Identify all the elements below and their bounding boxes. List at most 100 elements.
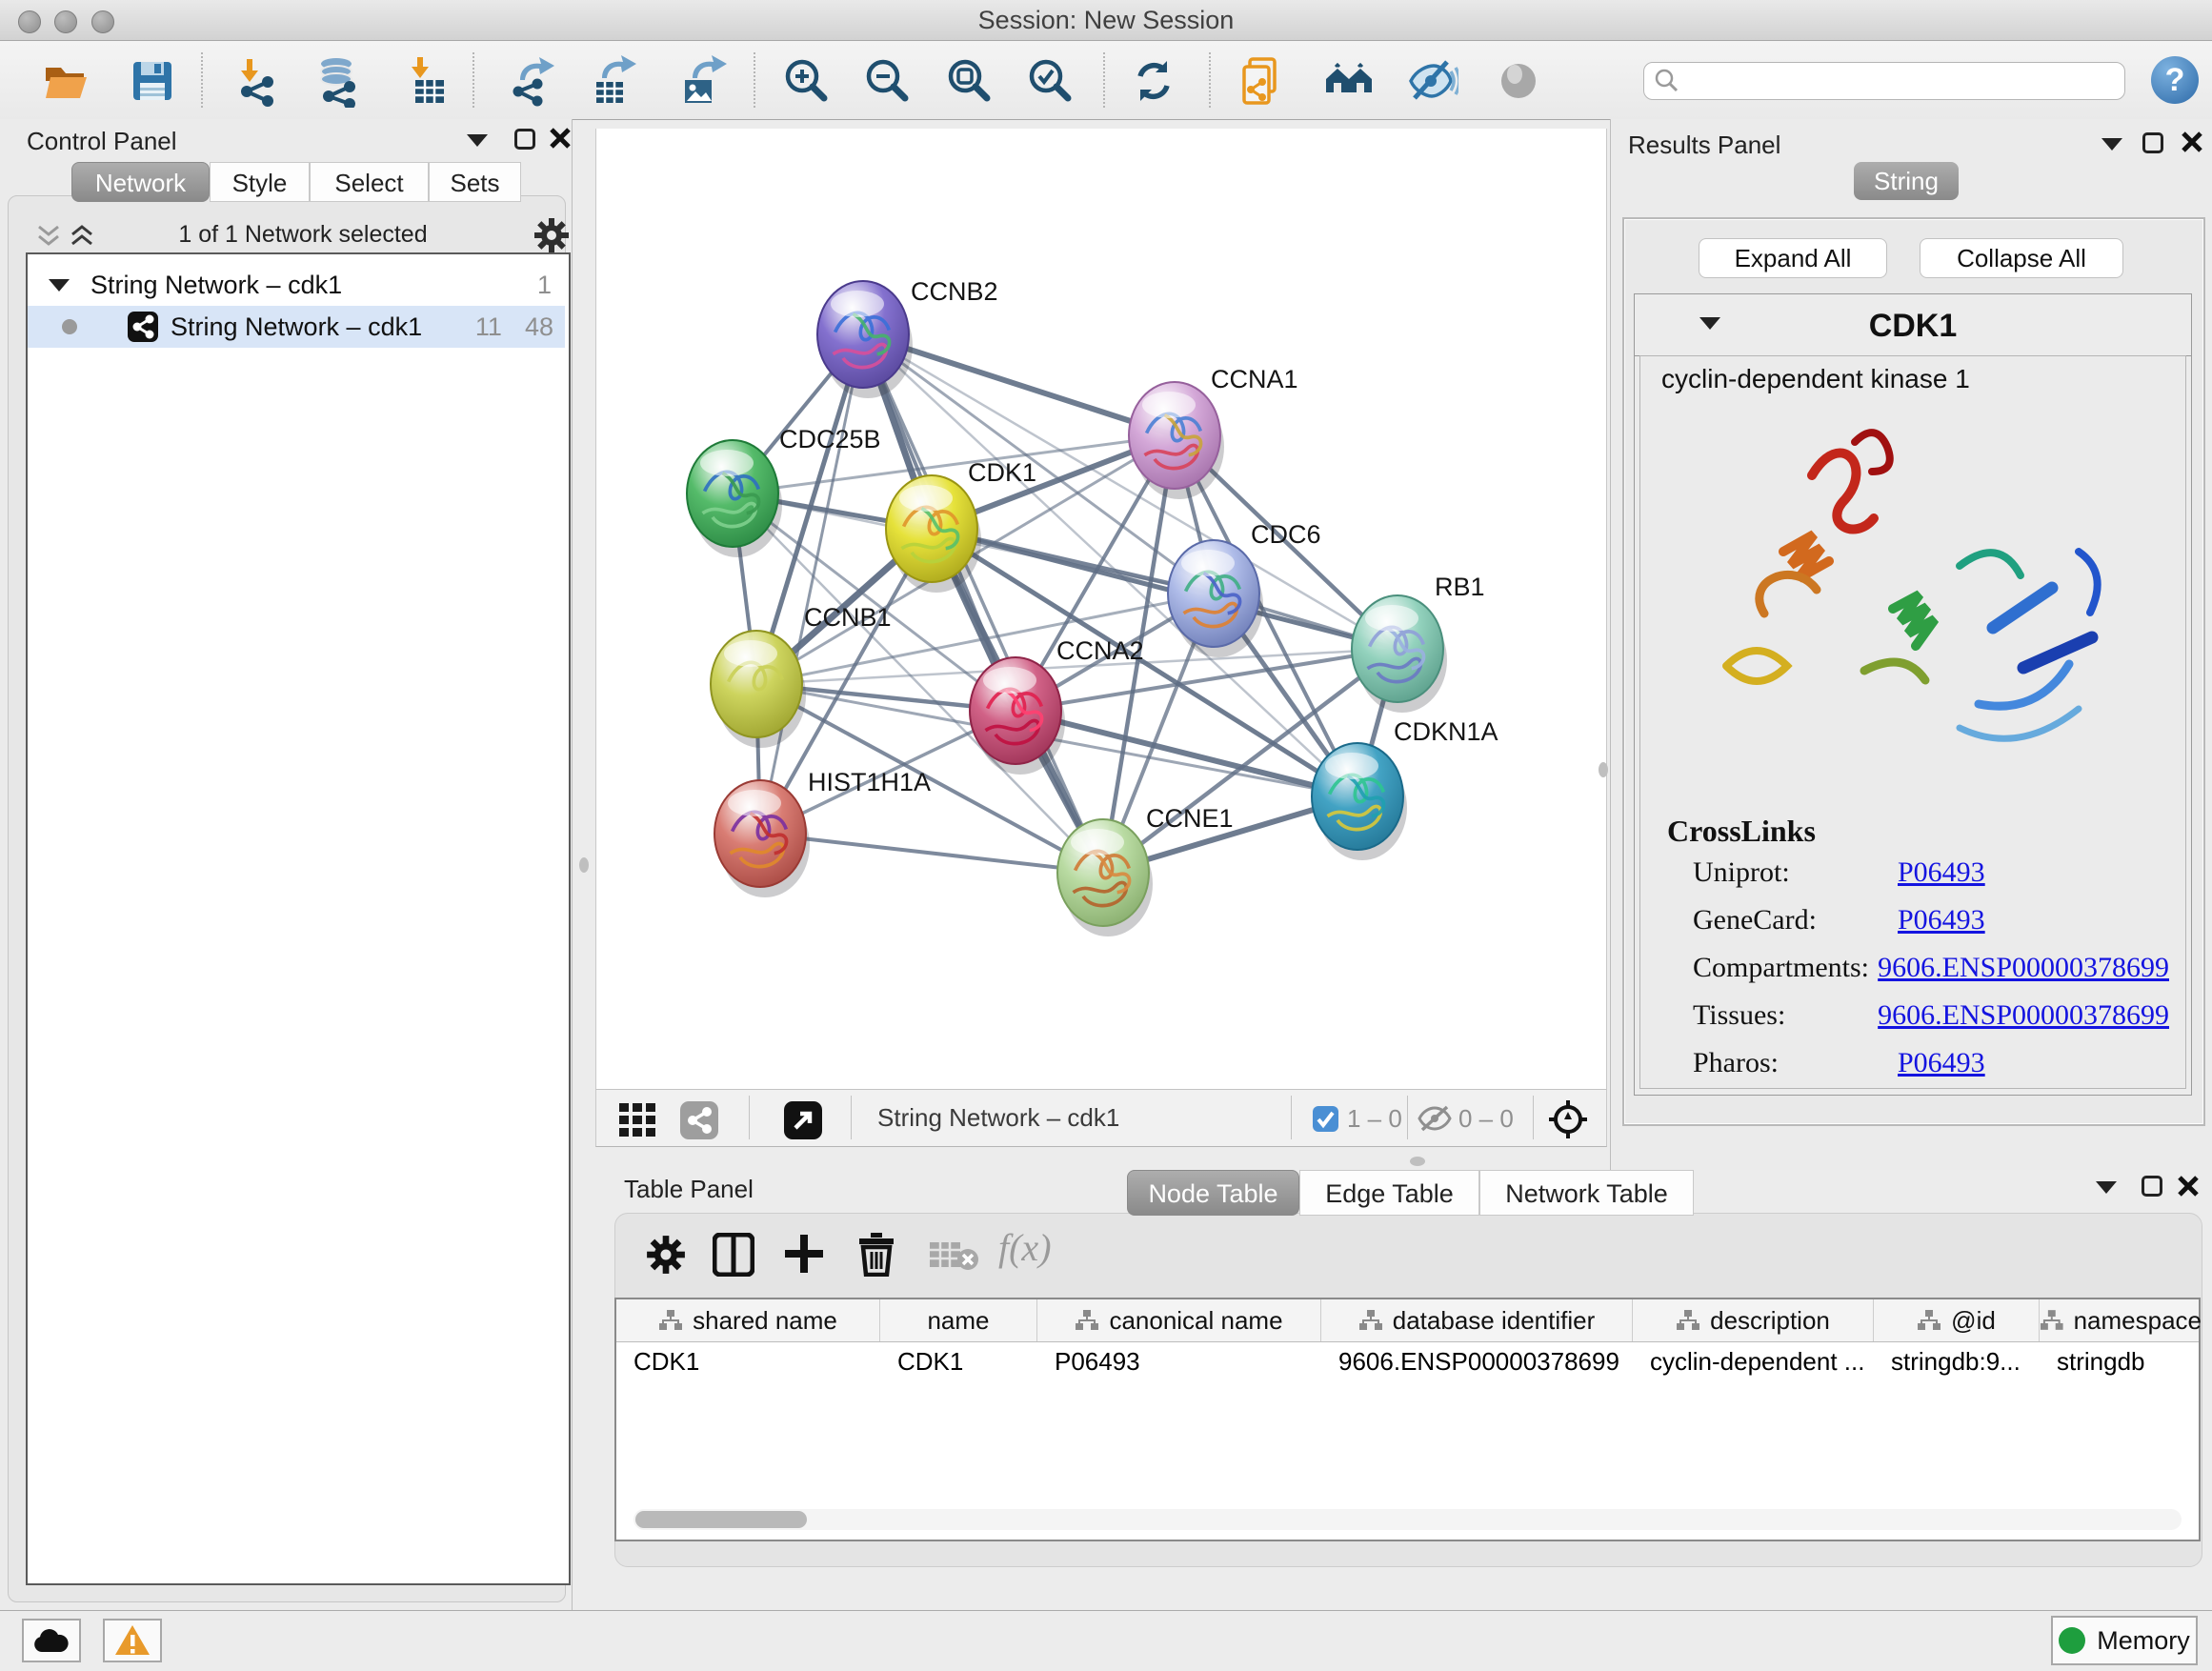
results-panel-close-icon[interactable]: [2181, 131, 2203, 153]
left-splitter-handle[interactable]: [579, 857, 589, 873]
tab-select[interactable]: Select: [310, 162, 429, 202]
crosslink-link[interactable]: 9606.ENSP00000378699: [1878, 952, 2169, 984]
minimize-window-icon[interactable]: [54, 10, 77, 33]
warnings-button[interactable]: [103, 1619, 162, 1662]
zoom-out-icon[interactable]: [861, 54, 915, 108]
add-column-icon[interactable]: [783, 1233, 825, 1275]
results-panel-menu-icon[interactable]: [2101, 138, 2122, 151]
crosslink-link[interactable]: P06493: [1898, 1047, 1985, 1079]
maximize-window-icon[interactable]: [91, 10, 114, 33]
import-table-from-file-icon[interactable]: [399, 54, 452, 108]
table-row[interactable]: CDK1CDK1P064939606.ENSP00000378699cyclin…: [616, 1342, 2199, 1380]
node-CCNB2[interactable]: [817, 281, 913, 398]
expand-all-networks-icon[interactable]: [69, 224, 95, 249]
node-CCNE1[interactable]: [1057, 819, 1153, 936]
search-field[interactable]: [1643, 62, 2125, 100]
export-network-icon[interactable]: [506, 54, 559, 108]
edge-CCNB2-HIST1H1A[interactable]: [760, 334, 863, 834]
import-network-from-database-icon[interactable]: [312, 54, 365, 108]
new-network-from-selection-icon[interactable]: [1236, 54, 1289, 108]
birds-eye-view-icon[interactable]: [1547, 1098, 1589, 1140]
column-header-database-identifier[interactable]: database identifier: [1321, 1299, 1633, 1341]
table-panel-menu-icon[interactable]: [2096, 1181, 2117, 1194]
table-horizontal-scrollbar[interactable]: [633, 1509, 2182, 1530]
gene-section-header[interactable]: CDK1: [1635, 294, 2191, 356]
save-session-icon[interactable]: [126, 54, 179, 108]
show-all-icon[interactable]: [1492, 54, 1545, 108]
table-cell[interactable]: 9606.ENSP00000378699: [1321, 1342, 1633, 1380]
edge-CDK1-RB1[interactable]: [932, 529, 1398, 649]
node-HIST1H1A[interactable]: [714, 780, 810, 897]
open-session-icon[interactable]: [39, 54, 92, 108]
node-RB1[interactable]: [1352, 595, 1447, 713]
node-CDC25B[interactable]: [687, 440, 782, 557]
zoom-selected-icon[interactable]: [1024, 54, 1077, 108]
table-cell[interactable]: CDK1: [880, 1342, 1037, 1380]
collapse-all-networks-icon[interactable]: [35, 224, 62, 249]
node-table[interactable]: shared namenamecanonical namedatabase id…: [614, 1298, 2201, 1541]
node-CDC6[interactable]: [1168, 540, 1263, 657]
zoom-fit-icon[interactable]: [943, 54, 996, 108]
node-CCNB1[interactable]: [711, 631, 806, 748]
crosslink-link[interactable]: P06493: [1898, 856, 1985, 889]
results-panel-float-icon[interactable]: [2142, 132, 2163, 153]
tab-network-table[interactable]: Network Table: [1479, 1170, 1694, 1216]
delete-column-icon[interactable]: [857, 1231, 895, 1277]
search-input[interactable]: [1680, 67, 2103, 95]
column-header--id[interactable]: @id: [1874, 1299, 2040, 1341]
first-neighbors-icon[interactable]: [1322, 54, 1376, 108]
network-row-selected[interactable]: String Network – cdk1 11 48: [28, 306, 565, 348]
collection-expander-icon[interactable]: [49, 279, 70, 292]
node-CCNA2[interactable]: [970, 657, 1065, 775]
zoom-in-icon[interactable]: [780, 54, 834, 108]
control-panel-menu-icon[interactable]: [467, 134, 488, 147]
column-header-description[interactable]: description: [1633, 1299, 1874, 1341]
column-header-namespace[interactable]: namespace: [2040, 1299, 2202, 1341]
crosslink-link[interactable]: 9606.ENSP00000378699: [1878, 999, 2169, 1032]
edge-HIST1H1A-CCNE1[interactable]: [760, 834, 1103, 873]
import-network-from-file-icon[interactable]: [231, 54, 284, 108]
tab-edge-table[interactable]: Edge Table: [1299, 1170, 1479, 1216]
table-panel-float-icon[interactable]: [2142, 1176, 2162, 1197]
cloud-status-button[interactable]: [22, 1619, 81, 1662]
hide-selected-icon[interactable]: [1405, 54, 1458, 108]
column-header-canonical-name[interactable]: canonical name: [1037, 1299, 1321, 1341]
scrollbar-thumb[interactable]: [635, 1511, 807, 1528]
hidden-eye-slash-icon[interactable]: [1418, 1105, 1452, 1132]
tab-network[interactable]: Network: [71, 162, 210, 202]
memory-button[interactable]: Memory: [2051, 1616, 2198, 1665]
tab-style[interactable]: Style: [210, 162, 310, 202]
selected-checkbox-icon[interactable]: [1313, 1106, 1338, 1132]
table-panel-close-icon[interactable]: [2177, 1175, 2200, 1198]
export-image-icon[interactable]: [676, 54, 730, 108]
tab-string[interactable]: String: [1854, 162, 1959, 200]
table-cell[interactable]: stringdb: [2040, 1342, 2202, 1380]
column-header-name[interactable]: name: [880, 1299, 1037, 1341]
tab-sets[interactable]: Sets: [429, 162, 521, 202]
export-table-icon[interactable]: [588, 54, 641, 108]
table-options-gear-icon[interactable]: [646, 1235, 686, 1275]
detach-view-icon[interactable]: [784, 1101, 822, 1139]
network-collection-row[interactable]: String Network – cdk1 1: [28, 264, 565, 306]
crosslink-link[interactable]: P06493: [1898, 904, 1985, 936]
close-window-icon[interactable]: [18, 10, 41, 33]
tab-node-table[interactable]: Node Table: [1127, 1170, 1299, 1216]
help-button[interactable]: ?: [2151, 56, 2199, 104]
network-graph[interactable]: CCNB2CCNA1CDC25BCDK1CDC6RB1CCNB1CCNA2CDK…: [596, 129, 1606, 1089]
node-CDK1[interactable]: [886, 475, 981, 593]
collapse-all-button[interactable]: Collapse All: [1920, 238, 2123, 278]
table-cell[interactable]: stringdb:9...: [1874, 1342, 2040, 1380]
control-panel-close-icon[interactable]: [549, 127, 572, 150]
expand-all-button[interactable]: Expand All: [1699, 238, 1887, 278]
grid-view-icon[interactable]: [619, 1103, 659, 1137]
column-header-shared-name[interactable]: shared name: [616, 1299, 880, 1341]
network-view-icon[interactable]: [680, 1101, 718, 1139]
node-CCNA1[interactable]: [1129, 382, 1224, 499]
show-columns-icon[interactable]: [713, 1233, 754, 1277]
network-canvas[interactable]: CCNB2CCNA1CDC25BCDK1CDC6RB1CCNB1CCNA2CDK…: [595, 129, 1607, 1089]
table-cell[interactable]: P06493: [1037, 1342, 1321, 1380]
right-splitter-handle[interactable]: [1599, 762, 1608, 777]
network-options-gear-icon[interactable]: [533, 217, 570, 253]
node-CDKN1A[interactable]: [1312, 743, 1407, 860]
table-cell[interactable]: cyclin-dependent ...: [1633, 1342, 1874, 1380]
